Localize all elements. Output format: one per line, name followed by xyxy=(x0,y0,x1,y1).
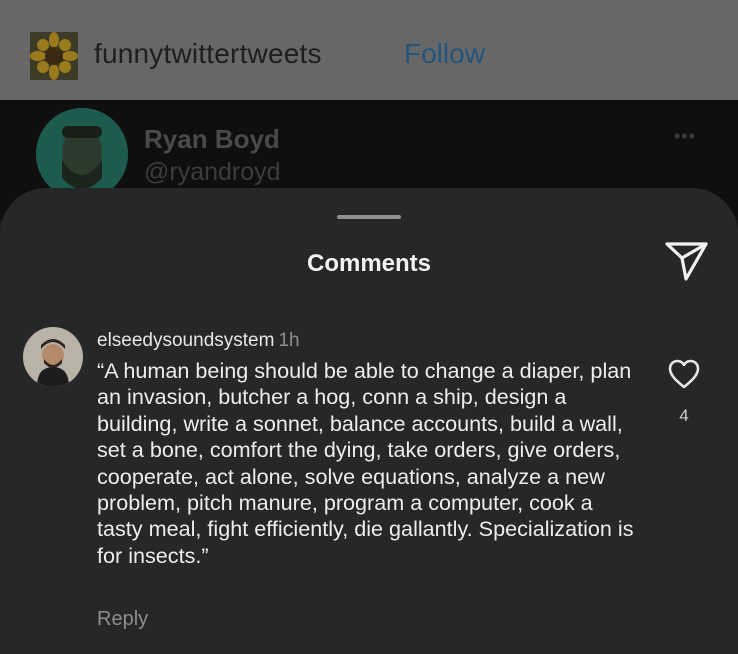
tweet-author-name: Ryan Boyd xyxy=(144,124,280,154)
comment-meta: elseedysoundsystem 1h xyxy=(97,330,300,352)
sheet-title: Comments xyxy=(306,250,432,277)
instagram-post-screen: funnytwittertweets Follow Ryan Boyd @rya… xyxy=(0,0,738,654)
commenter-avatar[interactable] xyxy=(23,327,83,387)
send-icon[interactable] xyxy=(664,240,710,282)
commenter-username[interactable]: elseedysoundsystem xyxy=(97,330,274,351)
account-username[interactable]: funnytwittertweets xyxy=(94,38,322,70)
comments-sheet: Comments elseedysoundsystem 1h “A human b… xyxy=(0,188,738,654)
sheet-drag-handle[interactable] xyxy=(337,215,401,219)
follow-button[interactable]: Follow xyxy=(404,38,485,70)
tweet-avatar xyxy=(36,108,128,200)
heart-icon[interactable] xyxy=(668,359,700,389)
post-header: funnytwittertweets Follow xyxy=(0,0,738,100)
reply-button[interactable]: Reply xyxy=(97,608,148,631)
comment-timestamp: 1h xyxy=(278,330,300,351)
avatar-illustration xyxy=(36,108,128,200)
avatar-photo xyxy=(23,327,83,387)
tweet-author-handle: @ryandroyd xyxy=(144,158,281,186)
sunflower-icon xyxy=(30,32,78,80)
like-count: 4 xyxy=(679,406,689,425)
more-dots-icon: ••• xyxy=(674,126,696,146)
account-avatar[interactable] xyxy=(30,32,78,80)
comment-text: “A human being should be able to change … xyxy=(97,358,634,568)
